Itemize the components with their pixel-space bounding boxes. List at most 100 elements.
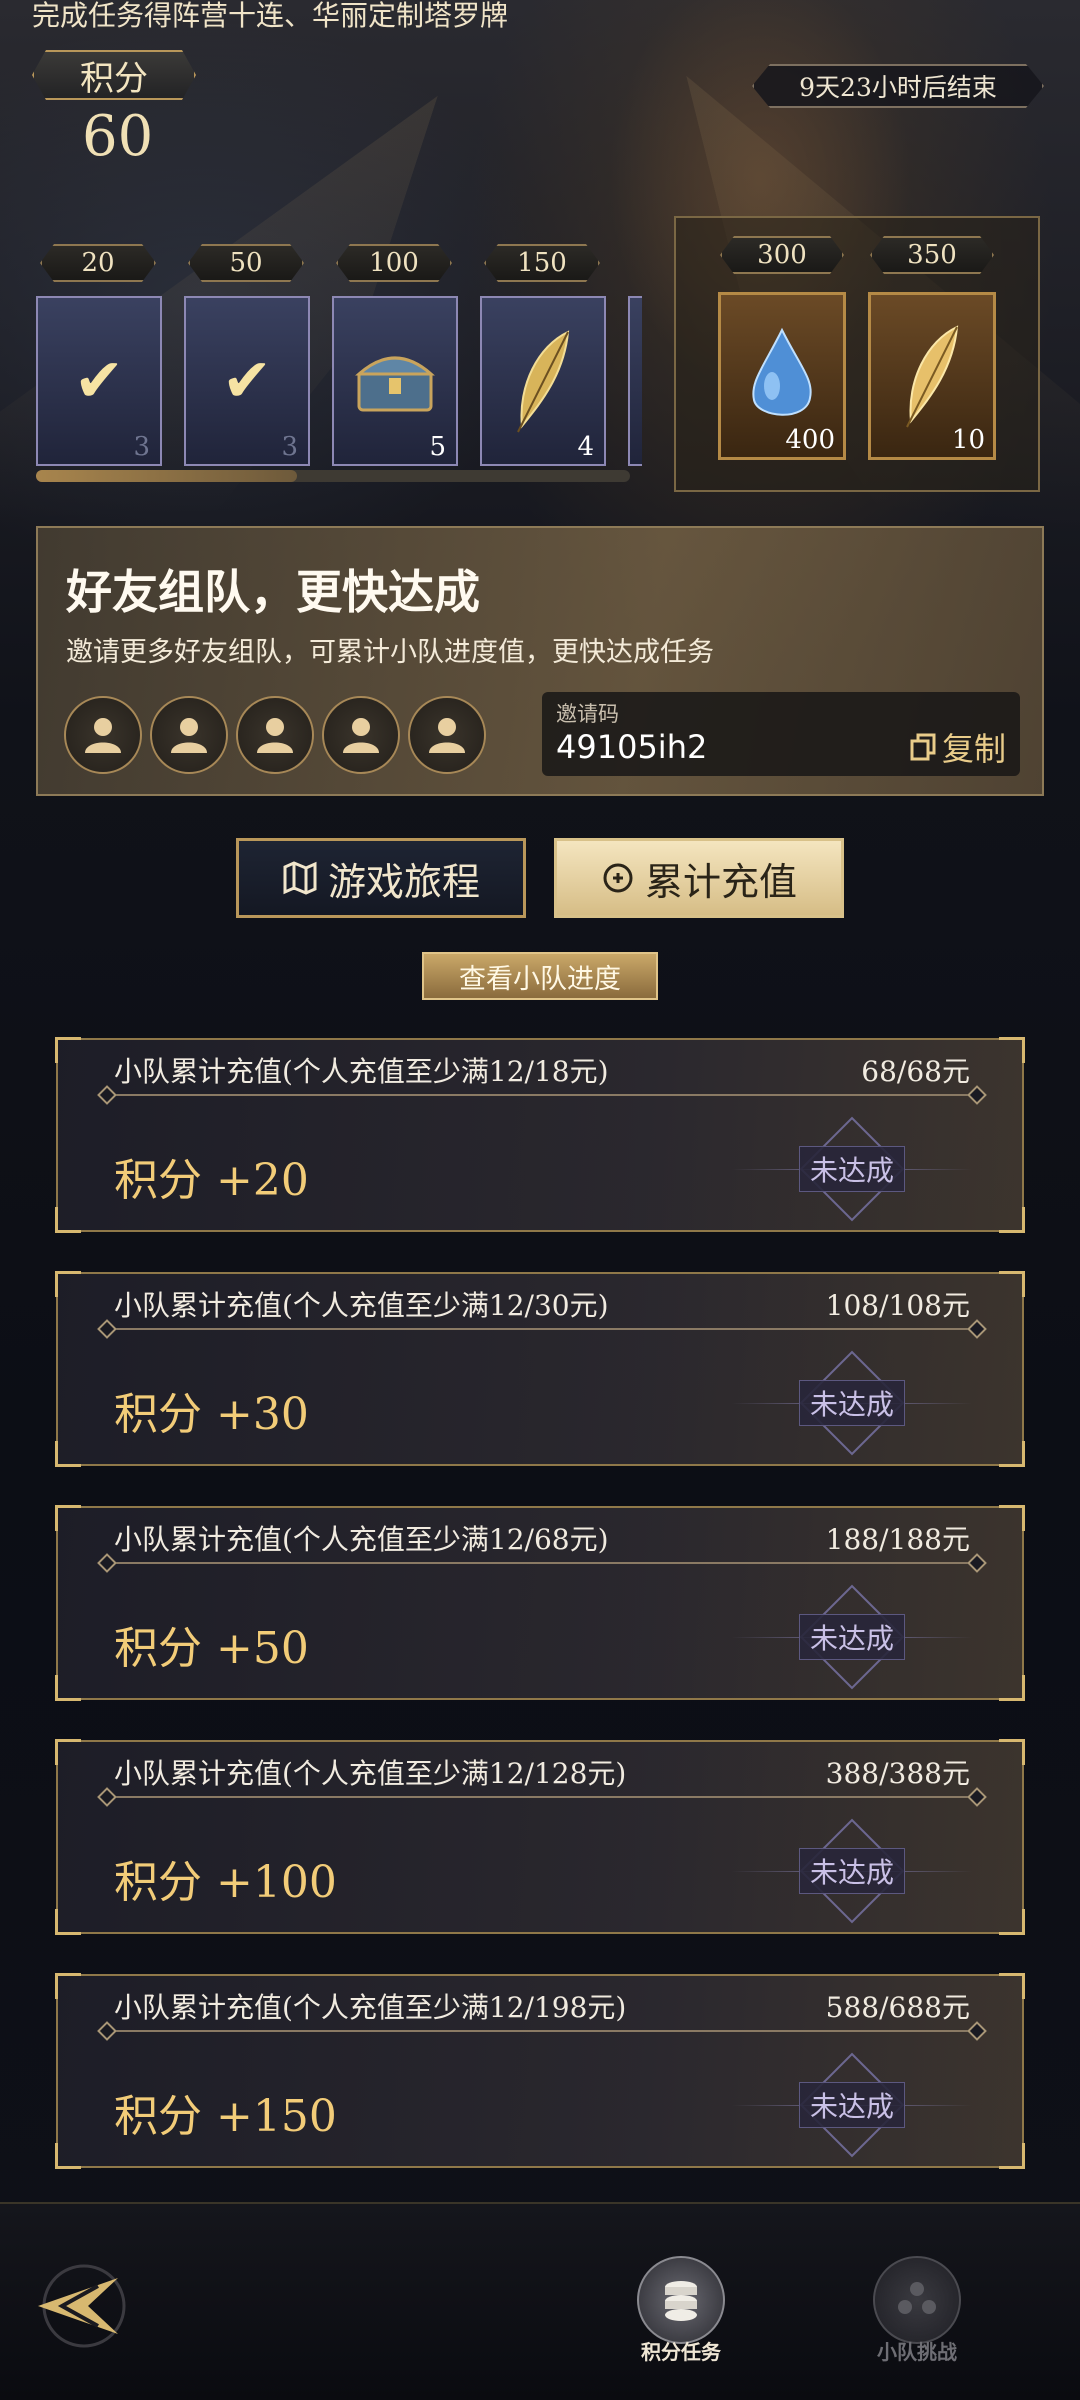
task-card: 小队累计充值(个人充值至少满12/68元) 188/188元 积分 +50 未达…	[55, 1505, 1025, 1701]
task-progress: 108/108元	[825, 1289, 970, 1322]
tab-cumulative-recharge[interactable]: 累计充值	[554, 838, 844, 918]
task-status-button[interactable]: 未达成	[732, 1828, 972, 1914]
task-reward: 积分 +50	[114, 1623, 309, 1674]
task-title: 小队累计充值(个人充值至少满12/198元)	[114, 1991, 627, 2024]
task-title: 小队累计充值(个人充值至少满12/68元)	[114, 1523, 609, 1556]
team-member-slot[interactable]	[408, 696, 486, 774]
tab-label: 游戏旅程	[327, 859, 480, 904]
treasure-chest-icon	[355, 356, 435, 412]
task-reward: 积分 +20	[114, 1155, 309, 1206]
milestone-reward-card[interactable]: ✔ 3	[36, 296, 162, 466]
divider	[106, 1094, 978, 1096]
event-banner-text: 完成任务得阵营十连、华丽定制塔罗牌	[32, 0, 509, 32]
invite-code-label: 邀请码	[556, 702, 619, 726]
task-card: 小队累计充值(个人充值至少满12/128元) 388/388元 积分 +100 …	[55, 1739, 1025, 1935]
golden-feather-icon	[517, 330, 570, 433]
tab-label: 累计充值	[644, 859, 797, 904]
blue-crystal-icon	[752, 327, 812, 416]
team-member-slot[interactable]	[322, 696, 400, 774]
task-status-label: 未达成	[798, 1380, 905, 1426]
event-timer-text: 9天23小时后结束	[799, 73, 997, 102]
golden-feather-icon	[906, 325, 959, 428]
view-team-progress-button[interactable]: 查看小队进度	[422, 952, 658, 1000]
reward-quantity: 4	[577, 432, 594, 462]
reward-quantity: 3	[133, 432, 150, 462]
user-icon	[257, 718, 293, 753]
claimed-check-icon: ✔	[73, 346, 125, 416]
task-status-button[interactable]: 未达成	[732, 2062, 972, 2148]
task-status-label: 未达成	[798, 2082, 905, 2128]
team-icon	[873, 2256, 961, 2344]
task-reward: 积分 +30	[114, 1389, 309, 1440]
bottom-navigation: 积分任务 小队挑战	[0, 2202, 1080, 2400]
task-status-button[interactable]: 未达成	[732, 1126, 972, 1212]
nav-points-tasks[interactable]: 积分任务	[626, 2256, 736, 2376]
invite-code-value: 49105ih2	[556, 728, 708, 766]
reward-quantity: 10	[951, 425, 985, 455]
premium-points-label: 300	[720, 236, 844, 274]
map-icon	[283, 861, 317, 895]
milestone-reward-card[interactable]: 5	[332, 296, 458, 466]
task-status-label: 未达成	[798, 1848, 905, 1894]
task-status-label: 未达成	[798, 1146, 905, 1192]
user-icon	[171, 718, 207, 753]
premium-reward-card[interactable]: 400	[718, 292, 846, 460]
task-card: 小队累计充值(个人充值至少满12/18元) 68/68元 积分 +20 未达成	[55, 1037, 1025, 1233]
back-button[interactable]	[28, 2256, 128, 2356]
back-arrow-icon	[38, 2264, 126, 2348]
task-title: 小队累计充值(个人充值至少满12/30元)	[114, 1289, 609, 1322]
task-title: 小队累计充值(个人充值至少满12/18元)	[114, 1055, 609, 1088]
task-progress: 188/188元	[825, 1523, 970, 1556]
score-value: 60	[82, 104, 154, 169]
copy-icon	[910, 733, 936, 761]
recharge-icon	[603, 863, 633, 893]
user-icon	[429, 718, 465, 753]
task-status-button[interactable]: 未达成	[732, 1360, 972, 1446]
task-reward: 积分 +100	[114, 1857, 337, 1908]
team-title: 好友组队，更快达成	[66, 565, 480, 619]
milestone-points: 20	[81, 248, 115, 278]
tab-game-journey[interactable]: 游戏旅程	[236, 838, 526, 918]
milestone-reward-card[interactable]: ✔ 3	[184, 296, 310, 466]
team-member-slot[interactable]	[150, 696, 228, 774]
milestone-progress-bar	[36, 470, 630, 482]
reward-quantity: 400	[785, 425, 835, 455]
milestone-points-label: 50	[188, 244, 304, 282]
reward-quantity: 3	[281, 432, 298, 462]
milestone-reward-card-partial	[628, 296, 642, 466]
task-status-label: 未达成	[798, 1614, 905, 1660]
task-title: 小队累计充值(个人充值至少满12/128元)	[114, 1757, 627, 1790]
task-progress: 388/388元	[825, 1757, 970, 1790]
score-label-text: 积分	[80, 58, 148, 99]
premium-points: 300	[757, 240, 807, 270]
reward-quantity: 5	[429, 432, 446, 462]
nav-label: 小队挑战	[877, 2340, 957, 2364]
nav-label: 积分任务	[641, 2340, 721, 2364]
copy-button[interactable]: 复制	[910, 724, 1006, 770]
score-label: 积分	[32, 50, 196, 100]
milestone-points-label: 100	[336, 244, 452, 282]
milestone-points-label: 150	[484, 244, 600, 282]
task-status-button[interactable]: 未达成	[732, 1594, 972, 1680]
divider	[106, 1796, 978, 1798]
claimed-check-icon: ✔	[221, 346, 273, 416]
nav-team-challenge[interactable]: 小队挑战	[862, 2256, 972, 2376]
copy-button-label: 复制	[941, 730, 1006, 768]
milestone-points-label: 20	[40, 244, 156, 282]
divider	[106, 1328, 978, 1330]
milestone-reward-card[interactable]: 4	[480, 296, 606, 466]
task-reward: 积分 +150	[114, 2091, 337, 2142]
view-team-progress-label: 查看小队进度	[459, 963, 621, 995]
team-invite-panel: 好友组队，更快达成 邀请更多好友组队，可累计小队进度值，更快达成任务 邀请码 4…	[36, 526, 1044, 796]
user-icon	[343, 718, 379, 753]
team-member-slot[interactable]	[236, 696, 314, 774]
team-member-slot[interactable]	[64, 696, 142, 774]
milestone-points: 100	[369, 248, 419, 278]
milestone-points: 50	[229, 248, 263, 278]
task-card: 小队累计充值(个人充值至少满12/30元) 108/108元 积分 +30 未达…	[55, 1271, 1025, 1467]
task-progress: 68/68元	[861, 1055, 970, 1088]
event-timer: 9天23小时后结束	[752, 64, 1044, 108]
team-description: 邀请更多好友组队，可累计小队进度值，更快达成任务	[66, 637, 714, 668]
task-card: 小队累计充值(个人充值至少满12/198元) 588/688元 积分 +150 …	[55, 1973, 1025, 2169]
premium-reward-card[interactable]: 10	[868, 292, 996, 460]
